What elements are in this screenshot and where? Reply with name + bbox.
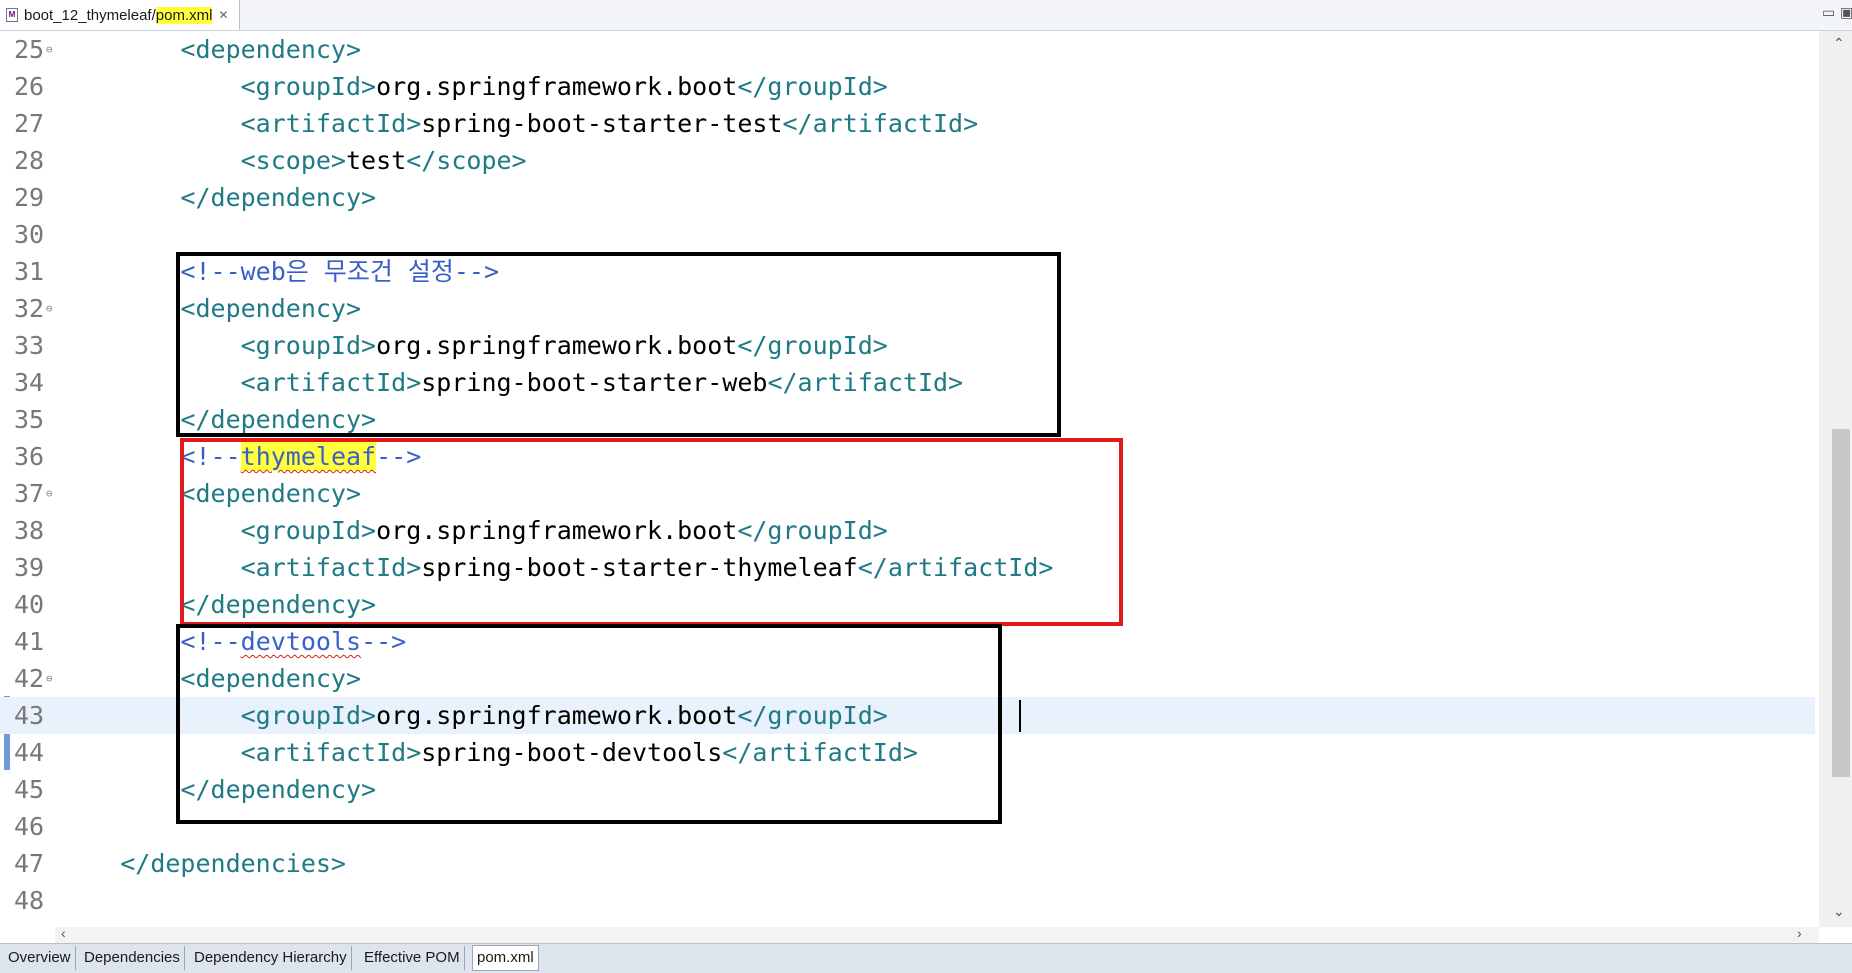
- line-number: 30: [14, 220, 45, 249]
- code-line[interactable]: 29 </dependency>: [0, 179, 1815, 216]
- text-caret: [1019, 700, 1021, 732]
- line-number: 35: [14, 405, 45, 434]
- code-text: <groupId>org.springframework.boot</group…: [60, 68, 888, 105]
- code-token: org.springframework.boot: [376, 72, 738, 101]
- code-line[interactable]: 28 <scope>test</scope>: [0, 142, 1815, 179]
- code-token: <artifactId>: [240, 109, 422, 138]
- code-line[interactable]: 27 <artifactId>spring-boot-starter-test<…: [0, 105, 1815, 142]
- scroll-up-icon[interactable]: ⌃: [1833, 35, 1845, 52]
- annotation-box-web: [176, 252, 1061, 437]
- line-number: 44: [14, 738, 45, 767]
- scroll-thumb[interactable]: [1832, 429, 1850, 777]
- tab-pom-xml[interactable]: pom.xml: [472, 945, 539, 971]
- scroll-right-icon[interactable]: ›: [1797, 925, 1802, 941]
- tab-file-name: pom.xml: [155, 6, 213, 24]
- code-line[interactable]: 30: [0, 216, 1815, 253]
- editor-tab-bar: M boot_12_thymeleaf/pom.xml ✕ ▭ ▣: [0, 0, 1852, 31]
- editor-tab-title: boot_12_thymeleaf/pom.xml: [24, 6, 213, 24]
- code-text: </dependencies>: [60, 845, 346, 882]
- code-token: </scope>: [406, 146, 527, 175]
- line-number: 27: [14, 109, 45, 138]
- tab-effective-pom[interactable]: Effective POM: [360, 946, 465, 970]
- code-line[interactable]: 26 <groupId>org.springframework.boot</gr…: [0, 68, 1815, 105]
- line-number: 43: [14, 701, 45, 730]
- code-text: <artifactId>spring-boot-starter-test</ar…: [60, 105, 979, 142]
- line-number: 34: [14, 368, 45, 397]
- code-token: </dependency>: [180, 183, 377, 212]
- code-text: <dependency>: [60, 31, 361, 68]
- fold-icon[interactable]: ⊖: [46, 290, 53, 327]
- vertical-scrollbar[interactable]: ⌃ ⌄: [1819, 31, 1852, 927]
- line-number: 41: [14, 627, 45, 656]
- line-number: 29: [14, 183, 45, 212]
- horizontal-scrollbar[interactable]: ‹ ›: [55, 925, 1819, 943]
- minimize-icon[interactable]: ▭: [1822, 4, 1835, 21]
- fold-icon[interactable]: ⊖: [46, 660, 53, 697]
- code-token: test: [345, 146, 407, 175]
- scroll-down-icon[interactable]: ⌄: [1833, 903, 1845, 920]
- line-number: 31: [14, 257, 45, 286]
- fold-icon[interactable]: ⊖: [46, 31, 53, 68]
- line-number: 48: [14, 886, 45, 915]
- close-icon[interactable]: ✕: [218, 8, 228, 22]
- code-token: </artifactId>: [782, 109, 979, 138]
- line-number: 36: [14, 442, 45, 471]
- tab-project-path: boot_12_thymeleaf/: [24, 6, 156, 24]
- line-number: 28: [14, 146, 45, 175]
- line-number: 45: [14, 775, 45, 804]
- code-token: <groupId>: [240, 72, 377, 101]
- line-number: 33: [14, 331, 45, 360]
- code-token: </dependencies>: [120, 849, 346, 878]
- annotation-box-thymeleaf: [180, 438, 1123, 626]
- code-text: <scope>test</scope>: [60, 142, 527, 179]
- tab-dependency-hierarchy[interactable]: Dependency Hierarchy: [190, 946, 352, 970]
- line-number: 46: [14, 812, 45, 841]
- tab-dependencies[interactable]: Dependencies: [80, 946, 185, 970]
- pom-editor-tabs: Overview Dependencies Dependency Hierarchy…: [0, 943, 1852, 973]
- line-number: 47: [14, 849, 45, 878]
- code-token: </groupId>: [737, 72, 888, 101]
- code-text: </dependency>: [60, 179, 376, 216]
- line-number: 40: [14, 590, 45, 619]
- code-line[interactable]: 47 </dependencies>: [0, 845, 1815, 882]
- scroll-left-icon[interactable]: ‹: [61, 925, 66, 941]
- tab-overview[interactable]: Overview: [4, 946, 76, 970]
- editor-tab-pom-xml[interactable]: M boot_12_thymeleaf/pom.xml ✕: [0, 0, 240, 30]
- fold-icon[interactable]: ⊖: [46, 475, 53, 512]
- line-number: 26: [14, 72, 45, 101]
- code-token: <scope>: [240, 146, 346, 175]
- line-number: 38: [14, 516, 45, 545]
- line-number: 39: [14, 553, 45, 582]
- maximize-icon[interactable]: ▣: [1840, 4, 1852, 21]
- code-token: <dependency>: [180, 35, 362, 64]
- code-line[interactable]: 25 ⊖ <dependency>: [0, 31, 1815, 68]
- annotation-box-devtools: [176, 624, 1002, 824]
- xml-file-icon: M: [6, 8, 18, 22]
- code-line[interactable]: 48: [0, 882, 1815, 919]
- code-token: spring-boot-starter-test: [421, 109, 783, 138]
